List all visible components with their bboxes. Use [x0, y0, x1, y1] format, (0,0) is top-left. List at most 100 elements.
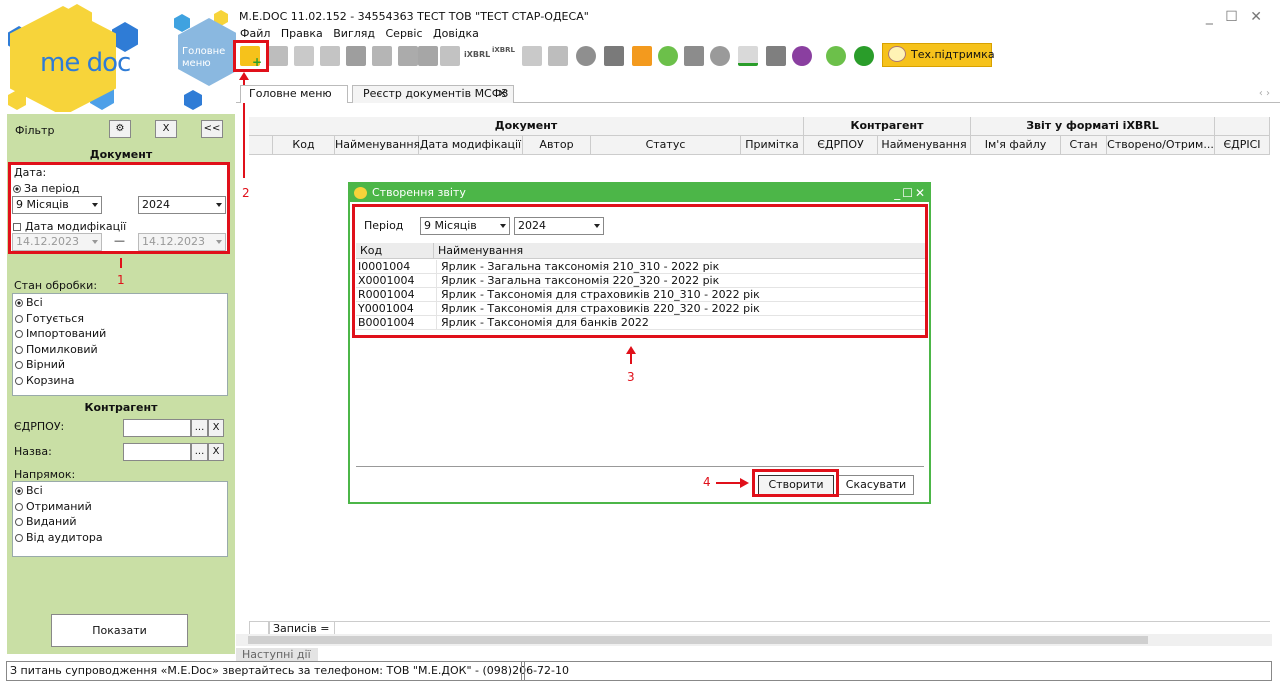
state-label: Корзина: [26, 373, 75, 387]
filter-title: Фільтр: [15, 124, 55, 137]
status-bar-text: З питань супроводження «M.E.Doc» звертай…: [10, 664, 570, 677]
grid-col-name[interactable]: Найменування: [335, 136, 420, 155]
radio-icon: [15, 376, 23, 385]
grid-col-code[interactable]: Код: [273, 136, 335, 155]
ixbrl-import-button[interactable]: iXBRL: [492, 46, 515, 54]
edrpou-browse-button[interactable]: ...: [191, 419, 208, 437]
open-document-icon[interactable]: [294, 46, 314, 66]
print-icon[interactable]: [604, 46, 624, 66]
state-radio-2[interactable]: Імпортований: [15, 326, 106, 342]
menu-edit[interactable]: Правка: [281, 27, 323, 40]
menu-bar: Файл Правка Вигляд Сервіс Довідка: [236, 27, 482, 41]
grid-col-select[interactable]: [249, 136, 273, 155]
name-input[interactable]: [123, 443, 191, 461]
menu-service[interactable]: Сервіс: [386, 27, 423, 40]
document-grid: Документ Контрагент Звіт у форматі iXBRL…: [249, 117, 1270, 155]
state-radio-5[interactable]: Корзина: [15, 373, 106, 389]
upload-icon[interactable]: [684, 46, 704, 66]
delete-document-icon[interactable]: [320, 46, 340, 66]
check-document-icon[interactable]: [738, 46, 758, 66]
grid-col-state[interactable]: Стан: [1061, 136, 1107, 155]
show-button[interactable]: Показати: [51, 614, 188, 647]
dialog-window-controls[interactable]: _☐✕: [894, 184, 927, 202]
refresh-icon: ⚙: [115, 123, 125, 134]
edrpou-label: ЄДРПОУ:: [14, 420, 65, 433]
duplicate-icon[interactable]: [346, 46, 366, 66]
state-radio-3[interactable]: Помилковий: [15, 342, 106, 358]
radio-icon: [15, 502, 23, 511]
status-divider: [521, 661, 525, 681]
app-logo-icon: [354, 187, 367, 199]
grid-col-created[interactable]: Створено/Отрим...: [1107, 136, 1215, 155]
refresh-filter-button[interactable]: ⚙: [109, 120, 131, 138]
collapse-filter-button[interactable]: <<: [201, 120, 223, 138]
grid-col-mod-date[interactable]: Дата модифікації: [419, 136, 523, 155]
annotation-3: 3: [627, 370, 635, 384]
download-icon[interactable]: [854, 46, 874, 66]
grid-col-edrisi[interactable]: ЄДРІСІ: [1215, 136, 1270, 155]
clear-filter-button[interactable]: X: [155, 120, 177, 138]
refresh-icon[interactable]: [826, 46, 846, 66]
name-browse-button[interactable]: ...: [191, 443, 208, 461]
direction-radio-2[interactable]: Виданий: [15, 514, 103, 530]
menu-file[interactable]: Файл: [240, 27, 270, 40]
edrpou-clear-button[interactable]: X: [208, 419, 224, 437]
package-icon[interactable]: [632, 46, 652, 66]
archive-icon[interactable]: [372, 46, 392, 66]
grid-col-note[interactable]: Примітка: [741, 136, 804, 155]
close-icon[interactable]: ✕: [498, 86, 507, 102]
tab-scroll-arrows[interactable]: ‹ ›: [1259, 88, 1270, 99]
state-radio-4[interactable]: Вірний: [15, 357, 106, 373]
grid-col-cp-name[interactable]: Найменування: [878, 136, 971, 155]
sign-icon[interactable]: [658, 46, 678, 66]
grid-col-edrpou[interactable]: ЄДРПОУ: [804, 136, 878, 155]
arrow-up-icon: [239, 72, 249, 80]
arrow-up-icon: [626, 346, 636, 354]
grid-col-author[interactable]: Автор: [523, 136, 591, 155]
highlight-box-4: [752, 469, 839, 497]
dialog-separator: [356, 466, 924, 467]
window-controls[interactable]: _ ☐ ✕: [1206, 9, 1266, 25]
direction-label: Всі: [26, 484, 43, 497]
direction-radio-1[interactable]: Отриманий: [15, 499, 103, 515]
radio-icon: [15, 330, 23, 338]
grid-group-document: Документ: [249, 117, 804, 136]
remove-sheet-icon[interactable]: [548, 46, 568, 66]
gear-icon[interactable]: [710, 46, 730, 66]
settings-icon[interactable]: [576, 46, 596, 66]
crm-icon[interactable]: [792, 46, 812, 66]
logo-text: me doc: [40, 48, 131, 78]
horizontal-scrollbar[interactable]: [236, 634, 1272, 646]
copy-document-icon[interactable]: [268, 46, 288, 66]
tab-ifrs-registry[interactable]: Реєстр документів МСФЗ ✕: [352, 85, 514, 103]
export-icon[interactable]: [398, 46, 418, 66]
scrollbar-thumb[interactable]: [248, 636, 1148, 644]
next-actions-tab[interactable]: Наступні дії: [236, 648, 318, 662]
add-sheet-icon[interactable]: [440, 46, 460, 66]
name-clear-button[interactable]: X: [208, 443, 224, 461]
menu-help[interactable]: Довідка: [433, 27, 479, 40]
state-radio-1[interactable]: Готується: [15, 311, 106, 327]
cancel-button[interactable]: Скасувати: [838, 475, 914, 495]
direction-radio-0[interactable]: Всі: [15, 483, 103, 499]
state-radio-0[interactable]: Всі: [15, 295, 106, 311]
menu-view[interactable]: Вигляд: [333, 27, 375, 40]
grid-col-status[interactable]: Статус: [591, 136, 741, 155]
ixbrl-export-button[interactable]: iXBRL: [464, 50, 490, 59]
grid-col-file-name[interactable]: Ім'я файлу: [971, 136, 1061, 155]
highlight-box-2: [233, 40, 269, 72]
annotation-1: 1: [117, 273, 125, 287]
edrpou-input[interactable]: [123, 419, 191, 437]
radio-icon: [15, 518, 23, 526]
direction-radio-3[interactable]: Від аудитора: [15, 530, 103, 546]
grid-group-empty: [1215, 117, 1270, 136]
state-label: Всі: [26, 296, 43, 309]
tab-main-menu[interactable]: Головне меню: [240, 85, 348, 103]
annotation-arrow-4: [716, 482, 742, 484]
radio-icon: [15, 533, 23, 542]
search-document-icon[interactable]: [522, 46, 542, 66]
envelope-icon[interactable]: [418, 46, 438, 66]
highlight-box-3: [352, 204, 928, 338]
shield-icon[interactable]: [766, 46, 786, 66]
direction-label: Напрямок:: [14, 468, 76, 481]
